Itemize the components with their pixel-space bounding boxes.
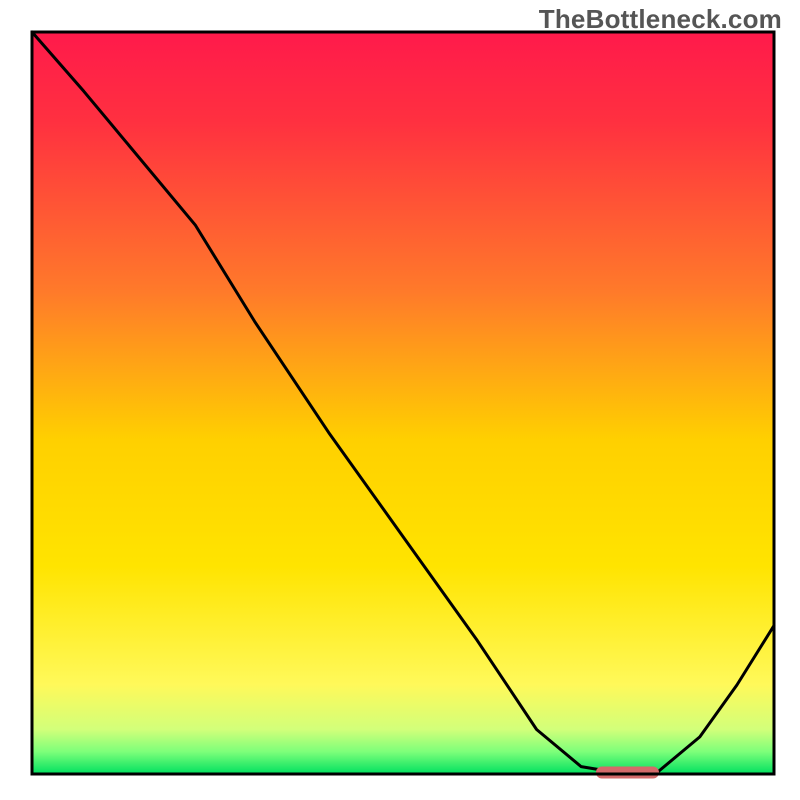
chart-container: TheBottleneck.com [0, 0, 800, 800]
chart-background [32, 32, 774, 774]
bottleneck-chart [0, 0, 800, 800]
